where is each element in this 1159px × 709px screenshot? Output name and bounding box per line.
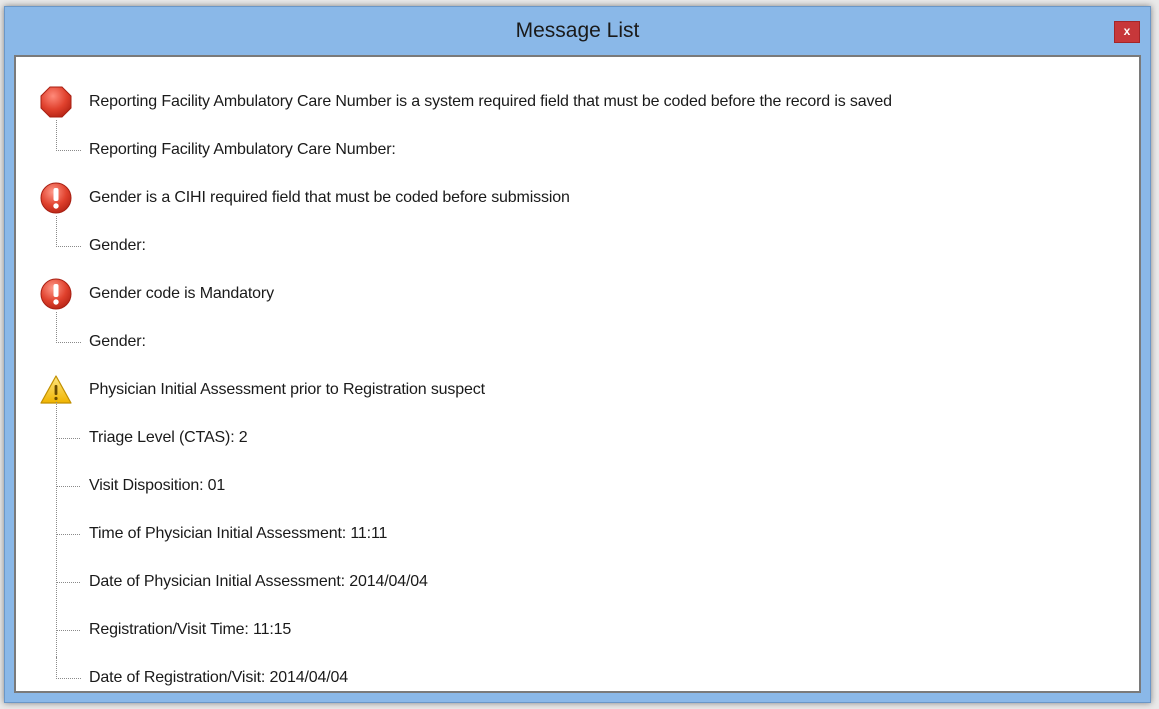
message-text: Reporting Facility Ambulatory Care Numbe… [89,93,892,110]
field-text: Date of Physician Initial Assessment: 20… [89,573,428,590]
close-button[interactable]: x [1114,21,1140,43]
field-text: Visit Disposition: 01 [89,477,226,494]
tree-connector [56,120,81,151]
stop-icon [40,86,72,118]
message-tree[interactable]: Reporting Facility Ambulatory Care Numbe… [14,55,1141,693]
error-icon [40,182,72,214]
message-item-warning[interactable]: Physician Initial Assessment prior to Re… [16,372,1139,408]
tree-connector [56,629,80,631]
tree-connector [56,216,81,247]
field-row[interactable]: Visit Disposition: 01 [16,468,1139,504]
field-row[interactable]: Time of Physician Initial Assessment: 11… [16,516,1139,552]
tree-connector [56,437,80,439]
field-text: Registration/Visit Time: 11:15 [89,621,292,638]
field-text: Gender: [89,333,146,350]
error-icon [40,278,72,310]
message-item-stop[interactable]: Reporting Facility Ambulatory Care Numbe… [16,84,1139,120]
field-text: Date of Registration/Visit: 2014/04/04 [89,669,349,686]
message-item-error[interactable]: Gender is a CIHI required field that mus… [16,180,1139,216]
message-tree-content: Reporting Facility Ambulatory Care Numbe… [16,57,1139,691]
message-text: Physician Initial Assessment prior to Re… [89,381,485,398]
field-row[interactable]: Registration/Visit Time: 11:15 [16,612,1139,648]
tree-connector [56,581,80,583]
field-row[interactable]: Date of Registration/Visit: 2014/04/04 [16,657,1139,696]
message-text: Gender is a CIHI required field that mus… [89,189,570,206]
tree-connector [56,533,80,535]
field-text: Triage Level (CTAS): 2 [89,429,248,446]
field-row[interactable]: Reporting Facility Ambulatory Care Numbe… [16,120,1139,168]
field-row[interactable]: Gender: [16,312,1139,360]
message-text: Gender code is Mandatory [89,285,274,302]
field-text: Gender: [89,237,146,254]
tree-connector [56,485,80,487]
message-list-window: Message List x Reporting Facility Ambula… [4,6,1151,703]
message-item-error[interactable]: Gender code is Mandatory [16,276,1139,312]
field-text: Reporting Facility Ambulatory Care Numbe… [89,141,396,158]
field-row[interactable]: Gender: [16,216,1139,264]
field-row[interactable]: Triage Level (CTAS): 2 [16,420,1139,456]
field-text: Time of Physician Initial Assessment: 11… [89,525,388,542]
field-row[interactable]: Date of Physician Initial Assessment: 20… [16,564,1139,600]
tree-connector [56,312,81,343]
title-bar[interactable]: Message List x [5,7,1150,55]
tree-connector [56,657,81,679]
window-title: Message List [515,19,640,42]
